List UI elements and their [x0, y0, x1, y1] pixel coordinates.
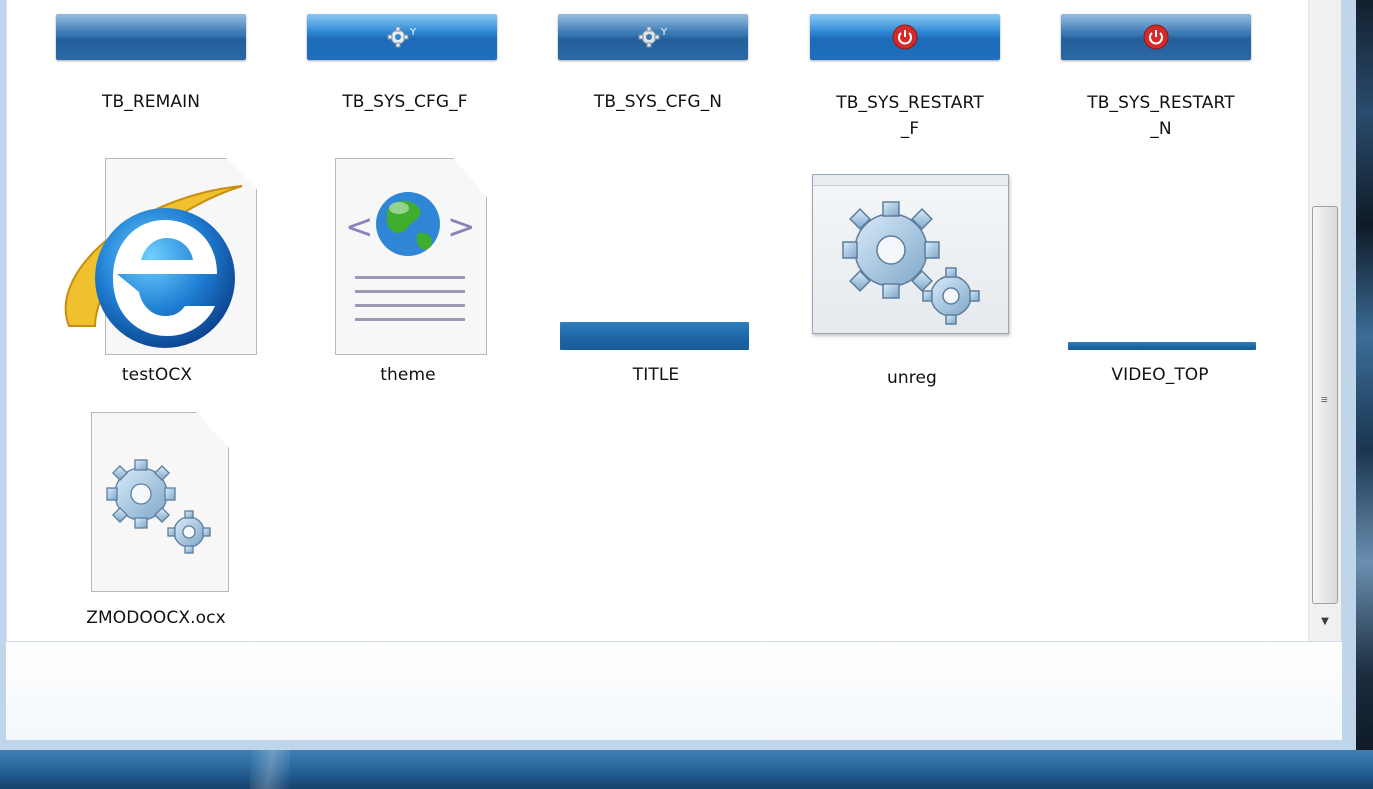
file-item-video-top[interactable]: VIDEO_TOP [1050, 330, 1270, 400]
vertical-scrollbar[interactable]: ≡ ▼ [1308, 0, 1341, 641]
scrollbar-thumb[interactable]: ≡ [1312, 206, 1338, 604]
details-pane [6, 641, 1342, 740]
file-label: unreg [887, 368, 937, 388]
svg-text:Y: Y [409, 27, 417, 38]
power-icon [892, 24, 918, 50]
file-label: testOCX [121, 365, 193, 385]
scrollbar-grip-icon: ≡ [1321, 393, 1328, 406]
file-label: theme [380, 365, 436, 385]
file-list-pane[interactable]: TB_REMAIN Y TB_SYS_CFG_F Y TB_SYS_CFG_N … [6, 0, 1309, 641]
file-label: TB_SYS_RESTART _F [836, 93, 984, 139]
title-bar-image-icon [560, 322, 749, 350]
file-label: TITLE [632, 365, 680, 385]
scroll-down-button[interactable]: ▼ [1309, 606, 1341, 636]
taskbar [0, 750, 1373, 789]
svg-text:>: > [447, 207, 476, 247]
power-bar-icon [810, 14, 1000, 60]
file-label: TB_REMAIN [101, 92, 201, 112]
thin-bar-image-icon [1068, 342, 1256, 350]
chevron-down-icon: ▼ [1321, 615, 1329, 627]
internet-explorer-icon [64, 185, 243, 348]
file-item-theme[interactable]: < > theme [298, 158, 518, 390]
file-item-tb-sys-cfg-n[interactable]: Y TB_SYS_CFG_N [558, 0, 758, 130]
system-gears-icon [106, 459, 211, 554]
file-label: TB_SYS_CFG_F [342, 92, 468, 112]
file-item-tb-sys-restart-f[interactable]: TB_SYS_RESTART _F [810, 0, 1010, 150]
file-item-unreg[interactable]: unreg [799, 168, 1019, 393]
power-icon [1143, 24, 1169, 50]
gear-bar-icon: Y [307, 14, 497, 60]
file-item-testocx[interactable]: testOCX [47, 158, 267, 390]
desktop-wallpaper [1356, 0, 1373, 750]
file-label: ZMODOOCX.ocx [86, 608, 226, 628]
blue-bar-icon [56, 14, 246, 60]
svg-text:<: < [345, 207, 374, 247]
file-item-title[interactable]: TITLE [548, 300, 768, 395]
power-bar-icon [1061, 14, 1251, 60]
file-label: TB_SYS_CFG_N [593, 92, 723, 112]
svg-text:Y: Y [660, 27, 668, 38]
gear-bar-icon: Y [558, 14, 748, 60]
file-item-zmodoocx[interactable]: ZMODOOCX.ocx [47, 412, 267, 642]
gear-icon: Y [387, 26, 417, 48]
file-item-tb-sys-restart-n[interactable]: TB_SYS_RESTART _N [1061, 0, 1261, 150]
file-label: TB_SYS_RESTART _N [1087, 93, 1235, 139]
file-item-tb-remain[interactable]: TB_REMAIN [56, 0, 256, 130]
gears-icon [842, 201, 980, 325]
file-item-tb-sys-cfg-f[interactable]: Y TB_SYS_CFG_F [307, 0, 507, 130]
gear-icon: Y [638, 26, 668, 48]
explorer-window: TB_REMAIN Y TB_SYS_CFG_F Y TB_SYS_CFG_N … [0, 0, 1357, 750]
file-label: VIDEO_TOP [1111, 365, 1209, 385]
html-globe-icon: < > [345, 192, 476, 321]
